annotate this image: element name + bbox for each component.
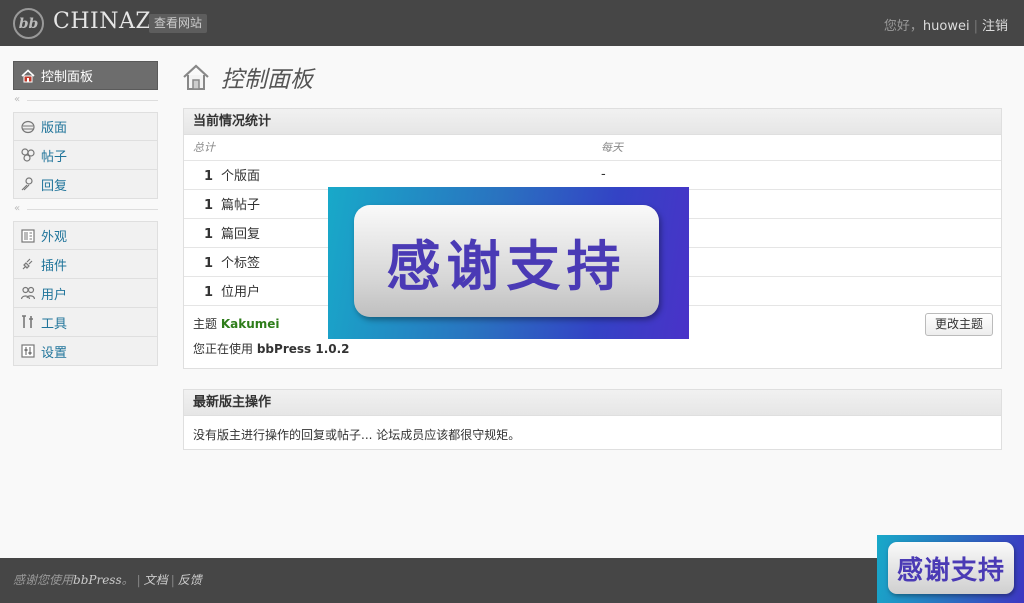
sidebar-item-label: 帖子 <box>41 149 68 165</box>
change-theme-button[interactable]: 更改主题 <box>924 312 993 336</box>
moderation-panel-heading: 最新版主操作 <box>184 390 1001 416</box>
stat-number: 1 <box>203 285 213 300</box>
users-icon <box>20 286 36 300</box>
stat-number: 1 <box>203 169 213 184</box>
version-info: 您正在使用 bbPress 1.0.2 <box>184 340 1001 366</box>
corner-thanks-badge: 感谢支持 <box>877 535 1024 603</box>
stats-panel-heading: 当前情况统计 <box>184 109 1001 135</box>
username-link[interactable]: huowei <box>923 19 970 34</box>
thanks-plate: 感谢支持 <box>354 205 659 317</box>
collapse-arrow-icon[interactable]: « <box>14 94 20 105</box>
page-title: 控制面板 <box>181 60 313 94</box>
sidebar-item-plugins[interactable]: 插件 <box>13 250 158 279</box>
menu-group-content: 版面 帖子 回复 <box>13 112 158 199</box>
menu-group-admin: 外观 插件 用户 工具 设置 <box>13 221 158 366</box>
collapse-arrow-icon[interactable]: « <box>14 203 20 214</box>
stat-label[interactable]: 篇回复 <box>221 227 260 242</box>
sidebar-item-label: 用户 <box>41 287 68 303</box>
thanks-overlay-image: 感谢支持 <box>328 187 689 339</box>
sidebar-item-label: 设置 <box>41 345 68 361</box>
stat-number: 1 <box>203 227 213 242</box>
footer-period: 。 <box>121 573 134 587</box>
thanks-text: 感谢支持 <box>386 234 627 298</box>
sidebar-item-label: 工具 <box>41 316 68 332</box>
topics-icon <box>21 148 35 162</box>
footer-thanks: 感谢您使用 <box>13 573 74 587</box>
view-site-button[interactable]: 查看网站 <box>149 14 208 33</box>
corner-thanks-plate: 感谢支持 <box>888 542 1014 594</box>
user-area: 您好，huowei | 注销 <box>884 15 1008 34</box>
settings-icon <box>21 344 35 358</box>
site-name[interactable]: CHINAZ <box>53 9 151 34</box>
stat-number: 1 <box>203 198 213 213</box>
sidebar-item-label: 插件 <box>41 258 68 274</box>
moderation-text: 没有版主进行操作的回复或帖子... 论坛成员应该都很守规矩。 <box>193 428 521 442</box>
moderation-panel: 最新版主操作 没有版主进行操作的回复或帖子... 论坛成员应该都很守规矩。 <box>183 389 1002 450</box>
separator-line <box>27 209 158 210</box>
menu-separator[interactable]: « <box>13 90 158 112</box>
logout-link[interactable]: 注销 <box>982 19 1008 34</box>
admin-footer: 感谢您使用bbPress。 | 文档 | 反馈 <box>0 558 1024 603</box>
sidebar-item-appearance[interactable]: 外观 <box>13 221 158 250</box>
footer-docs-link[interactable]: 文档 <box>144 573 168 587</box>
footer-separator: | <box>136 573 141 587</box>
sidebar-item-settings[interactable]: 设置 <box>13 337 158 366</box>
sidebar-item-tools[interactable]: 工具 <box>13 308 158 337</box>
version-prefix: 您正在使用 <box>193 341 254 356</box>
header-separator: | <box>973 19 978 34</box>
sidebar-item-replies[interactable]: 回复 <box>13 170 158 199</box>
admin-header: bb CHINAZ 查看网站 您好，huowei | 注销 <box>0 0 1024 46</box>
stat-daily-cell: - <box>592 160 1001 190</box>
footer-feedback-link[interactable]: 反馈 <box>178 573 202 587</box>
sidebar-item-label: 外观 <box>41 230 68 245</box>
plugins-icon <box>22 258 33 270</box>
footer-separator: | <box>170 573 175 587</box>
appearance-icon <box>21 228 35 243</box>
version-text: bbPress 1.0.2 <box>256 341 350 356</box>
footer-bbpress-link[interactable]: bbPress <box>73 573 122 587</box>
stats-header-row: 总计 每天 <box>184 135 1001 161</box>
separator-line <box>27 100 158 101</box>
sidebar-item-users[interactable]: 用户 <box>13 279 158 308</box>
stat-number: 1 <box>203 256 213 271</box>
bbpress-logo-icon[interactable]: bb <box>13 8 44 39</box>
stat-label[interactable]: 位用户 <box>221 285 260 300</box>
col-daily-header: 每天 <box>592 135 1001 161</box>
theme-name: Kakumei <box>220 316 280 331</box>
sidebar-item-forums[interactable]: 版面 <box>13 112 158 141</box>
admin-sidebar: 控制面板 « 版面 帖子 回复 « 外观 插件 用户 工具 设置 <box>13 61 158 366</box>
sidebar-item-dashboard[interactable]: 控制面板 <box>13 61 158 90</box>
table-row: 1 个版面 - <box>184 160 1001 190</box>
stat-label[interactable]: 篇帖子 <box>221 198 260 213</box>
forum-icon <box>21 120 35 133</box>
page-title-text: 控制面板 <box>221 67 313 93</box>
col-total-header: 总计 <box>184 135 592 161</box>
corner-thanks-text: 感谢支持 <box>896 555 1005 586</box>
tools-icon <box>22 315 33 328</box>
home-icon <box>21 68 35 82</box>
sidebar-item-label: 回复 <box>41 178 68 194</box>
stat-total-cell: 1 个版面 <box>184 160 592 190</box>
sidebar-item-topics[interactable]: 帖子 <box>13 141 158 170</box>
dashboard-home-icon <box>183 64 209 90</box>
sidebar-item-label: 控制面板 <box>41 70 94 85</box>
stat-label[interactable]: 个版面 <box>221 169 260 184</box>
menu-separator[interactable]: « <box>13 199 158 221</box>
theme-label: 主题 <box>193 316 218 331</box>
stat-label[interactable]: 个标签 <box>221 256 260 271</box>
replies-icon <box>21 177 33 191</box>
greeting-text: 您好， <box>883 19 923 34</box>
sidebar-item-label: 版面 <box>41 121 68 136</box>
